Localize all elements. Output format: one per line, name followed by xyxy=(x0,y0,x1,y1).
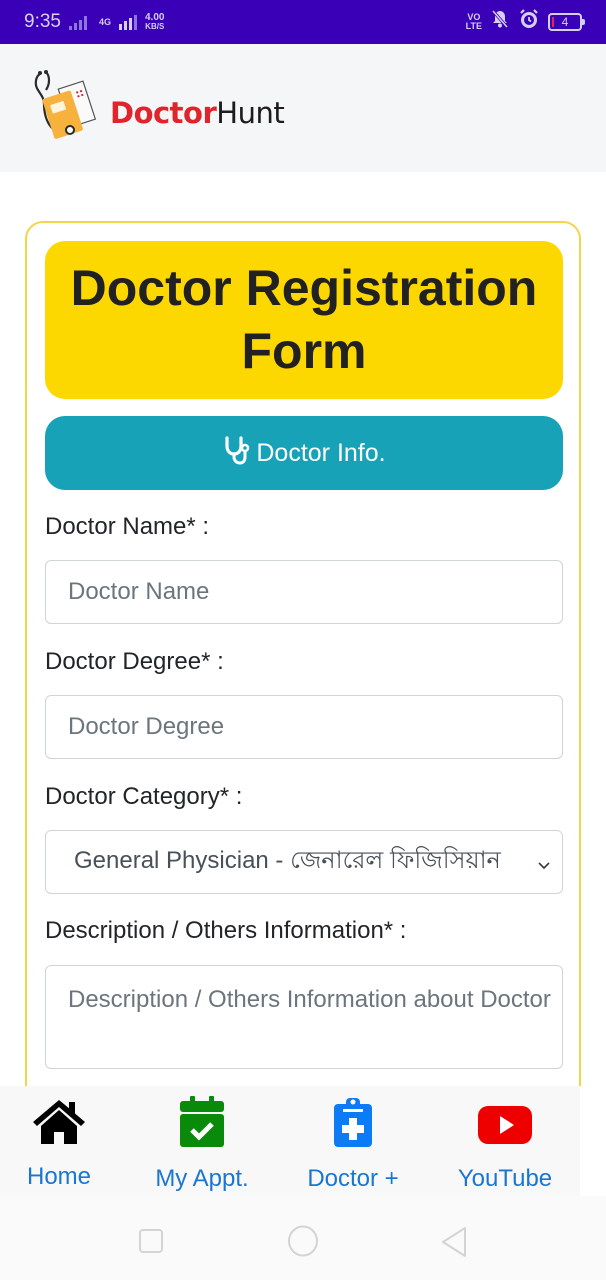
doctor-info-button[interactable]: Doctor Info. xyxy=(45,416,563,490)
doctor-category-select[interactable]: General Physician - জেনারেল ফিজিসিয়ান xyxy=(45,830,563,894)
doctor-degree-label: Doctor Degree* : xyxy=(45,648,224,675)
nav-item-youtube[interactable]: YouTube xyxy=(435,1096,575,1193)
home-system-button[interactable] xyxy=(287,1225,319,1262)
nav-item-home[interactable]: Home xyxy=(0,1096,129,1191)
brand-name: DoctorHunt xyxy=(110,95,285,130)
alarm-icon xyxy=(518,8,540,36)
nav-label-youtube: YouTube xyxy=(457,1165,553,1192)
form-title-box: Doctor Registration Form xyxy=(45,241,563,399)
battery-level: 4 xyxy=(561,15,569,29)
nav-item-doctor-add[interactable]: Doctor + xyxy=(283,1096,423,1193)
doctor-name-input[interactable]: Doctor Name xyxy=(45,560,563,624)
doctor-degree-input[interactable]: Doctor Degree xyxy=(45,695,563,759)
data-speed-unit: KB/S xyxy=(145,22,165,31)
chevron-down-icon xyxy=(536,853,552,881)
back-button[interactable] xyxy=(440,1226,470,1263)
logo[interactable]: DoctorHunt xyxy=(28,68,285,149)
recent-apps-button[interactable] xyxy=(138,1228,164,1259)
bell-muted-icon xyxy=(490,9,510,35)
system-nav-bar xyxy=(0,1196,606,1280)
nav-edge-spacer xyxy=(580,1086,606,1196)
network-type: 4G xyxy=(98,16,111,27)
youtube-icon xyxy=(477,1096,533,1153)
form-title: Doctor Registration Form xyxy=(70,260,538,379)
calendar-check-icon xyxy=(179,1096,225,1153)
app-header: DoctorHunt xyxy=(0,44,606,172)
nav-label-my-appointments: My Appt. xyxy=(155,1165,249,1192)
battery-icon: 4 xyxy=(548,13,585,31)
doctor-category-label: Doctor Category* : xyxy=(45,783,243,810)
nav-label-doctor-add: Doctor + xyxy=(307,1165,399,1192)
description-placeholder: Description / Others Information about D… xyxy=(68,986,551,1013)
doctor-category-value: General Physician - জেনারেল ফিজিসিয়ান xyxy=(74,847,501,874)
status-bar: 9:35 4G 4.00 KB/S VO LTE 4 xyxy=(0,0,606,44)
doctor-degree-placeholder: Doctor Degree xyxy=(68,713,225,740)
clipboard-medical-icon xyxy=(332,1096,374,1153)
home-icon xyxy=(29,1096,89,1151)
bottom-nav: Home My Appt. Doctor + YouTube xyxy=(0,1086,580,1196)
data-speed: 4.00 KB/S xyxy=(145,12,165,32)
stethoscope-icon xyxy=(222,435,250,472)
registration-form-card: Doctor Registration Form Doctor Info. Do… xyxy=(25,221,581,1121)
stethoscope-book-icon xyxy=(28,68,104,149)
brand-name-part1: Doctor xyxy=(110,95,217,130)
description-textarea[interactable]: Description / Others Information about D… xyxy=(45,965,563,1069)
volte-bottom: LTE xyxy=(465,21,482,31)
volte-indicator: VO LTE xyxy=(466,13,482,31)
doctor-name-label: Doctor Name* : xyxy=(45,513,210,540)
doctor-name-placeholder: Doctor Name xyxy=(68,578,210,605)
nav-label-home: Home xyxy=(26,1163,92,1190)
doctor-info-label: Doctor Info. xyxy=(256,438,386,467)
nav-item-my-appointments[interactable]: My Appt. xyxy=(132,1096,272,1193)
status-time: 9:35 xyxy=(24,11,61,32)
signal-icon-sim2 xyxy=(119,14,137,30)
data-speed-value: 4.00 xyxy=(145,12,165,23)
brand-name-part2: Hunt xyxy=(216,95,285,130)
description-label: Description / Others Information* : xyxy=(45,917,407,944)
signal-icon-sim1 xyxy=(68,14,87,30)
